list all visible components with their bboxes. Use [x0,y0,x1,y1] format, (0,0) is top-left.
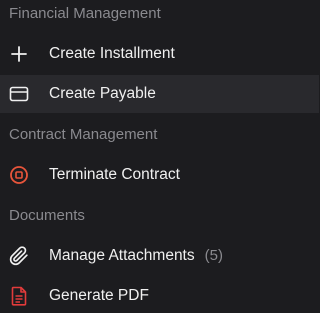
menu-item-create-payable[interactable]: Create Payable [0,75,319,113]
menu-item-label: Manage Attachments [49,247,195,264]
menu-item-generate-pdf[interactable]: Generate PDF [0,277,319,313]
section-title-contract-management: Contract Management [9,126,158,143]
menu-item-label: Terminate Contract [49,166,180,183]
stop-circle-icon [8,164,30,186]
plus-icon [8,43,30,65]
section-title-documents: Documents [9,207,85,224]
menu-item-terminate-contract[interactable]: Terminate Contract [0,156,319,194]
attachment-count-badge: (5) [204,247,223,264]
menu-item-manage-attachments[interactable]: Manage Attachments (5) [0,237,319,275]
menu-item-label-wrap: Manage Attachments (5) [49,246,223,266]
menu-item-create-installment[interactable]: Create Installment [0,35,319,73]
context-menu: Financial Management Create Installment … [0,0,319,313]
section-title-financial-management: Financial Management [9,5,161,22]
pdf-file-icon [8,285,30,307]
menu-item-label: Generate PDF [49,287,149,304]
credit-card-icon [8,83,30,105]
paperclip-icon [8,245,30,267]
menu-item-label: Create Installment [49,45,175,62]
menu-item-label: Create Payable [49,85,156,102]
